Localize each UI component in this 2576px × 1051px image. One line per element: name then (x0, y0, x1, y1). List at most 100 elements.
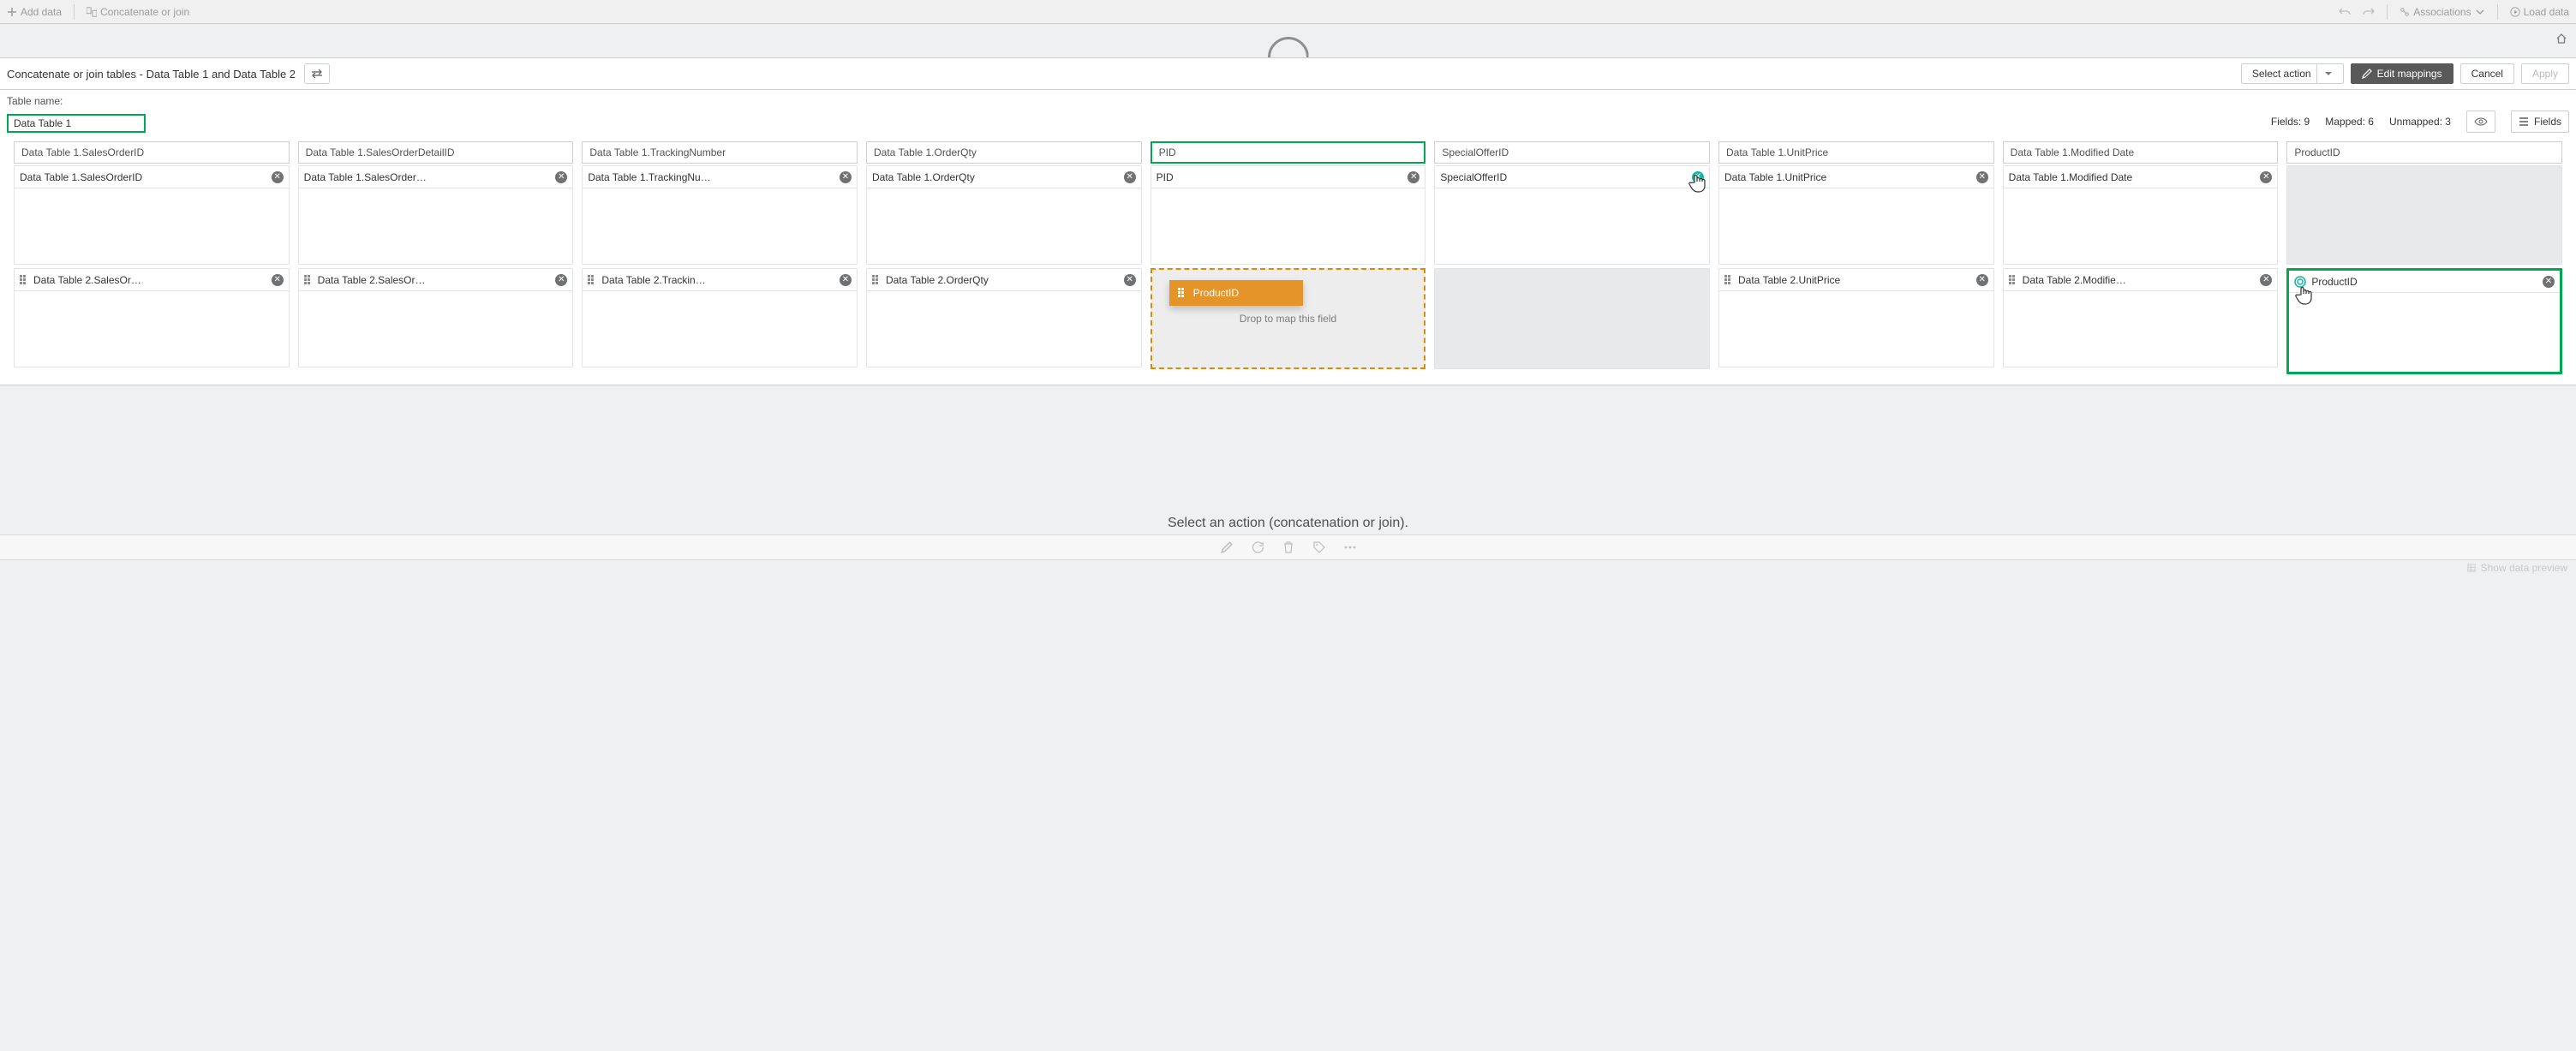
close-icon[interactable]: ✕ (2260, 274, 2272, 286)
drag-chip-label: ProductID (1193, 287, 1239, 299)
divider (2387, 4, 2388, 20)
col-header[interactable]: Data Table 1.TrackingNumber (582, 141, 858, 164)
close-icon[interactable]: ✕ (2543, 276, 2555, 288)
plus-icon (7, 7, 17, 17)
chevron-down-icon (2475, 7, 2485, 17)
page-title: Concatenate or join tables - Data Table … (7, 68, 296, 81)
close-icon[interactable]: ✕ (272, 171, 284, 183)
visibility-toggle[interactable] (2466, 110, 2495, 133)
divider (74, 4, 75, 20)
close-icon[interactable]: ✕ (2260, 171, 2272, 183)
refresh-icon[interactable] (1251, 540, 1264, 554)
mapping-cell-t1[interactable]: Data Table 1.SalesOrder…✕ (298, 165, 574, 265)
drag-handle-icon (1178, 288, 1186, 298)
col-header[interactable]: Data Table 1.SalesOrderDetailID (298, 141, 574, 164)
trash-icon[interactable] (1282, 540, 1295, 554)
show-preview-toggle[interactable]: Show data preview (2467, 562, 2567, 574)
grid-icon (2467, 564, 2476, 572)
drag-handle-icon[interactable] (20, 275, 28, 285)
close-icon[interactable]: ✕ (555, 274, 567, 286)
mapping-cell-t1[interactable]: Data Table 1.Modified Date✕ (2003, 165, 2279, 265)
apply-button[interactable]: Apply (2521, 63, 2569, 84)
load-data-button[interactable]: Load data (2510, 6, 2569, 18)
eye-icon (2474, 117, 2488, 126)
mapping-cell-t1[interactable]: SpecialOfferID✕ (1434, 165, 1710, 265)
apply-label: Apply (2532, 68, 2558, 80)
mapping-cell-t1[interactable]: PID✕ (1151, 165, 1426, 265)
mapping-cell-t1[interactable]: Data Table 1.TrackingNu…✕ (582, 165, 858, 265)
pencil-icon[interactable] (1220, 540, 1234, 554)
col-header[interactable]: SpecialOfferID (1434, 141, 1710, 164)
chevron-down-icon (2316, 64, 2333, 83)
drop-zone[interactable]: Drop to map this field ProductID (1151, 268, 1426, 369)
play-circle-icon (2510, 7, 2520, 17)
field-stats: Fields: 9 Mapped: 6 Unmapped: 3 Fields (2271, 110, 2569, 133)
mapping-cell-t2[interactable]: Data Table 2.SalesOr…✕ (298, 268, 574, 367)
mapping-cell-t1[interactable]: Data Table 1.OrderQty✕ (866, 165, 1142, 265)
select-action-dropdown[interactable]: Select action (2241, 63, 2344, 84)
drag-handle-icon[interactable] (304, 275, 313, 285)
mapping-cell-t2[interactable]: Data Table 2.OrderQty✕ (866, 268, 1142, 367)
mapping-cell-empty[interactable] (2286, 165, 2562, 265)
tag-icon[interactable] (1312, 540, 1326, 554)
mapping-cell-productid[interactable]: ProductID ✕ (2286, 268, 2562, 374)
col-header[interactable]: ProductID (2286, 141, 2562, 164)
load-label: Load data (2524, 6, 2569, 18)
close-icon[interactable]: ✕ (1124, 171, 1136, 183)
mapping-cell-empty[interactable] (1434, 268, 1710, 369)
col-header-pid[interactable]: PID (1151, 141, 1426, 164)
drag-handle-icon[interactable] (872, 275, 881, 285)
drag-chip[interactable]: ProductID (1169, 280, 1303, 306)
drag-handle-icon[interactable] (1724, 275, 1733, 285)
associations-button[interactable]: Associations (2400, 6, 2484, 18)
fields-count: Fields: 9 (2271, 116, 2310, 128)
close-icon[interactable]: ✕ (1124, 274, 1136, 286)
assoc-label: Associations (2413, 6, 2471, 18)
swap-tables-button[interactable] (304, 63, 330, 84)
col-header[interactable]: Data Table 1.Modified Date (2003, 141, 2279, 164)
mapping-cell-t2[interactable]: Data Table 2.UnitPrice✕ (1718, 268, 1994, 367)
drag-handle-icon[interactable] (2009, 275, 2017, 285)
table-name-input[interactable] (7, 114, 146, 133)
concat-join-button[interactable]: Concatenate or join (87, 6, 189, 18)
mapping-cell-t2[interactable]: Data Table 2.Trackin…✕ (582, 268, 858, 367)
swap-icon (310, 69, 324, 79)
target-icon (2294, 276, 2306, 288)
close-icon[interactable]: ✕ (1976, 274, 1988, 286)
tablename-section: Table name: Fields: 9 Mapped: 6 Unmapped… (0, 90, 2576, 385)
associations-icon (2400, 7, 2410, 17)
mapping-cell-t1[interactable]: Data Table 1.SalesOrderID✕ (14, 165, 290, 265)
show-preview-label: Show data preview (2481, 562, 2567, 574)
close-icon[interactable]: ✕ (1408, 171, 1419, 183)
tablename-label: Table name: (7, 95, 63, 107)
col-header[interactable]: Data Table 1.OrderQty (866, 141, 1142, 164)
undo-icon[interactable] (2339, 7, 2351, 17)
drag-handle-icon[interactable] (588, 275, 596, 285)
add-data-label: Add data (21, 6, 62, 18)
mapped-count: Mapped: 6 (2325, 116, 2374, 128)
cancel-button[interactable]: Cancel (2460, 63, 2514, 84)
edit-mappings-label: Edit mappings (2377, 68, 2442, 80)
home-icon[interactable] (2555, 33, 2567, 45)
list-icon (2519, 117, 2529, 126)
select-action-label: Select action (2252, 68, 2311, 80)
close-icon[interactable]: ✕ (840, 274, 852, 286)
close-icon[interactable]: ✕ (1976, 171, 1988, 183)
col-header[interactable]: Data Table 1.UnitPrice (1718, 141, 1994, 164)
fields-btn-label: Fields (2534, 116, 2561, 128)
redo-icon[interactable] (2363, 7, 2375, 17)
unmapped-count: Unmapped: 3 (2389, 116, 2451, 128)
handle-area (0, 24, 2576, 58)
edit-mappings-button[interactable]: Edit mappings (2351, 63, 2453, 84)
mapping-cell-t2[interactable]: Data Table 2.Modifie…✕ (2003, 268, 2279, 367)
close-icon[interactable]: ✕ (1692, 171, 1704, 183)
close-icon[interactable]: ✕ (555, 171, 567, 183)
add-data-button[interactable]: Add data (7, 6, 62, 18)
col-header[interactable]: Data Table 1.SalesOrderID (14, 141, 290, 164)
close-icon[interactable]: ✕ (840, 171, 852, 183)
fields-button[interactable]: Fields (2511, 110, 2569, 133)
mapping-cell-t1[interactable]: Data Table 1.UnitPrice✕ (1718, 165, 1994, 265)
more-icon[interactable] (1343, 540, 1357, 554)
mapping-cell-t2[interactable]: Data Table 2.SalesOr…✕ (14, 268, 290, 367)
close-icon[interactable]: ✕ (272, 274, 284, 286)
